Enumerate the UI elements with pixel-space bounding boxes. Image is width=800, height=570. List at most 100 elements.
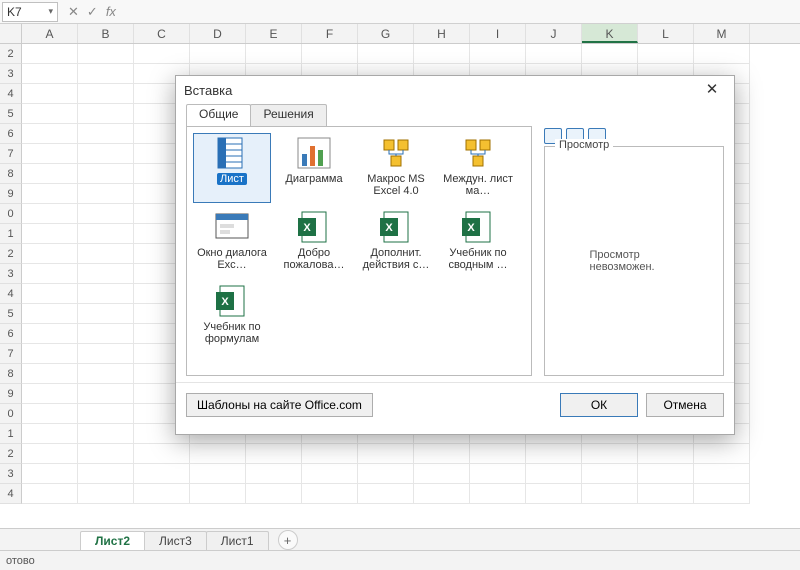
row-header[interactable]: 3 — [0, 264, 22, 284]
row-header[interactable]: 3 — [0, 464, 22, 484]
cell[interactable] — [246, 44, 302, 64]
row-header[interactable]: 4 — [0, 284, 22, 304]
column-header-H[interactable]: H — [414, 24, 470, 43]
cell[interactable] — [638, 484, 694, 504]
cell[interactable] — [638, 464, 694, 484]
cell[interactable] — [582, 444, 638, 464]
cell[interactable] — [190, 444, 246, 464]
chevron-down-icon[interactable]: ▾ — [48, 6, 53, 17]
row-header[interactable]: 7 — [0, 144, 22, 164]
cell[interactable] — [78, 164, 134, 184]
row-header[interactable]: 3 — [0, 64, 22, 84]
select-all-cell[interactable] — [0, 24, 22, 43]
cell[interactable] — [78, 484, 134, 504]
cell[interactable] — [246, 464, 302, 484]
row-header[interactable]: 8 — [0, 364, 22, 384]
cell[interactable] — [22, 384, 78, 404]
cell[interactable] — [78, 404, 134, 424]
cell[interactable] — [302, 44, 358, 64]
cell[interactable] — [22, 424, 78, 444]
cell[interactable] — [358, 484, 414, 504]
row-header[interactable]: 5 — [0, 104, 22, 124]
column-header-L[interactable]: L — [638, 24, 694, 43]
cell[interactable] — [190, 464, 246, 484]
sheet-tab[interactable]: Лист3 — [144, 531, 207, 550]
cell[interactable] — [526, 484, 582, 504]
row-header[interactable]: 0 — [0, 404, 22, 424]
sheet-tab[interactable]: Лист2 — [80, 531, 145, 551]
cell[interactable] — [582, 464, 638, 484]
cell[interactable] — [78, 464, 134, 484]
column-header-F[interactable]: F — [302, 24, 358, 43]
cell[interactable] — [22, 304, 78, 324]
cell[interactable] — [78, 104, 134, 124]
cell[interactable] — [22, 324, 78, 344]
cell[interactable] — [694, 484, 750, 504]
cell[interactable] — [134, 44, 190, 64]
cell[interactable] — [582, 484, 638, 504]
row-header[interactable]: 1 — [0, 424, 22, 444]
cell[interactable] — [78, 424, 134, 444]
cell[interactable] — [246, 444, 302, 464]
template-item[interactable]: XДополнит. действия с… — [357, 207, 435, 277]
cell[interactable] — [134, 464, 190, 484]
cell[interactable] — [22, 244, 78, 264]
row-header[interactable]: 2 — [0, 244, 22, 264]
template-item[interactable]: Окно диалога Exc… — [193, 207, 271, 277]
cell[interactable] — [470, 444, 526, 464]
cell[interactable] — [582, 44, 638, 64]
cell[interactable] — [358, 44, 414, 64]
dialog-tab[interactable]: Решения — [250, 104, 326, 126]
cell[interactable] — [22, 164, 78, 184]
row-header[interactable]: 8 — [0, 164, 22, 184]
cell[interactable] — [134, 444, 190, 464]
cell[interactable] — [526, 44, 582, 64]
row-header[interactable]: 6 — [0, 324, 22, 344]
row-header[interactable]: 0 — [0, 204, 22, 224]
column-header-J[interactable]: J — [526, 24, 582, 43]
row-header[interactable]: 2 — [0, 44, 22, 64]
cell[interactable] — [190, 484, 246, 504]
cell[interactable] — [246, 484, 302, 504]
template-item[interactable]: Лист — [193, 133, 271, 203]
office-templates-button[interactable]: Шаблоны на сайте Office.com — [186, 393, 373, 417]
column-header-K[interactable]: K — [582, 24, 638, 43]
row-header[interactable]: 5 — [0, 304, 22, 324]
column-header-B[interactable]: B — [78, 24, 134, 43]
cell[interactable] — [414, 464, 470, 484]
cell[interactable] — [22, 284, 78, 304]
column-header-C[interactable]: C — [134, 24, 190, 43]
cell[interactable] — [638, 444, 694, 464]
cell[interactable] — [78, 224, 134, 244]
cell[interactable] — [22, 84, 78, 104]
cell[interactable] — [22, 44, 78, 64]
template-item[interactable]: Междун. лист ма… — [439, 133, 517, 203]
cell[interactable] — [414, 44, 470, 64]
row-header[interactable]: 6 — [0, 124, 22, 144]
cell[interactable] — [78, 84, 134, 104]
cell[interactable] — [22, 264, 78, 284]
accept-formula-icon[interactable]: ✓ — [87, 4, 98, 20]
template-item[interactable]: Макрос MS Excel 4.0 — [357, 133, 435, 203]
template-item[interactable]: XУчебник по формулам — [193, 281, 271, 351]
cell[interactable] — [78, 64, 134, 84]
cell[interactable] — [78, 244, 134, 264]
cell[interactable] — [638, 44, 694, 64]
cell[interactable] — [302, 464, 358, 484]
row-header[interactable]: 7 — [0, 344, 22, 364]
row-header[interactable]: 9 — [0, 184, 22, 204]
cell[interactable] — [22, 204, 78, 224]
column-header-G[interactable]: G — [358, 24, 414, 43]
cell[interactable] — [302, 484, 358, 504]
sheet-tab[interactable]: Лист1 — [206, 531, 269, 550]
cell[interactable] — [78, 304, 134, 324]
cell[interactable] — [78, 284, 134, 304]
cell[interactable] — [78, 144, 134, 164]
cell[interactable] — [470, 44, 526, 64]
cell[interactable] — [78, 264, 134, 284]
cell[interactable] — [78, 384, 134, 404]
row-header[interactable]: 1 — [0, 224, 22, 244]
row-header[interactable]: 4 — [0, 484, 22, 504]
cell[interactable] — [190, 44, 246, 64]
column-header-I[interactable]: I — [470, 24, 526, 43]
